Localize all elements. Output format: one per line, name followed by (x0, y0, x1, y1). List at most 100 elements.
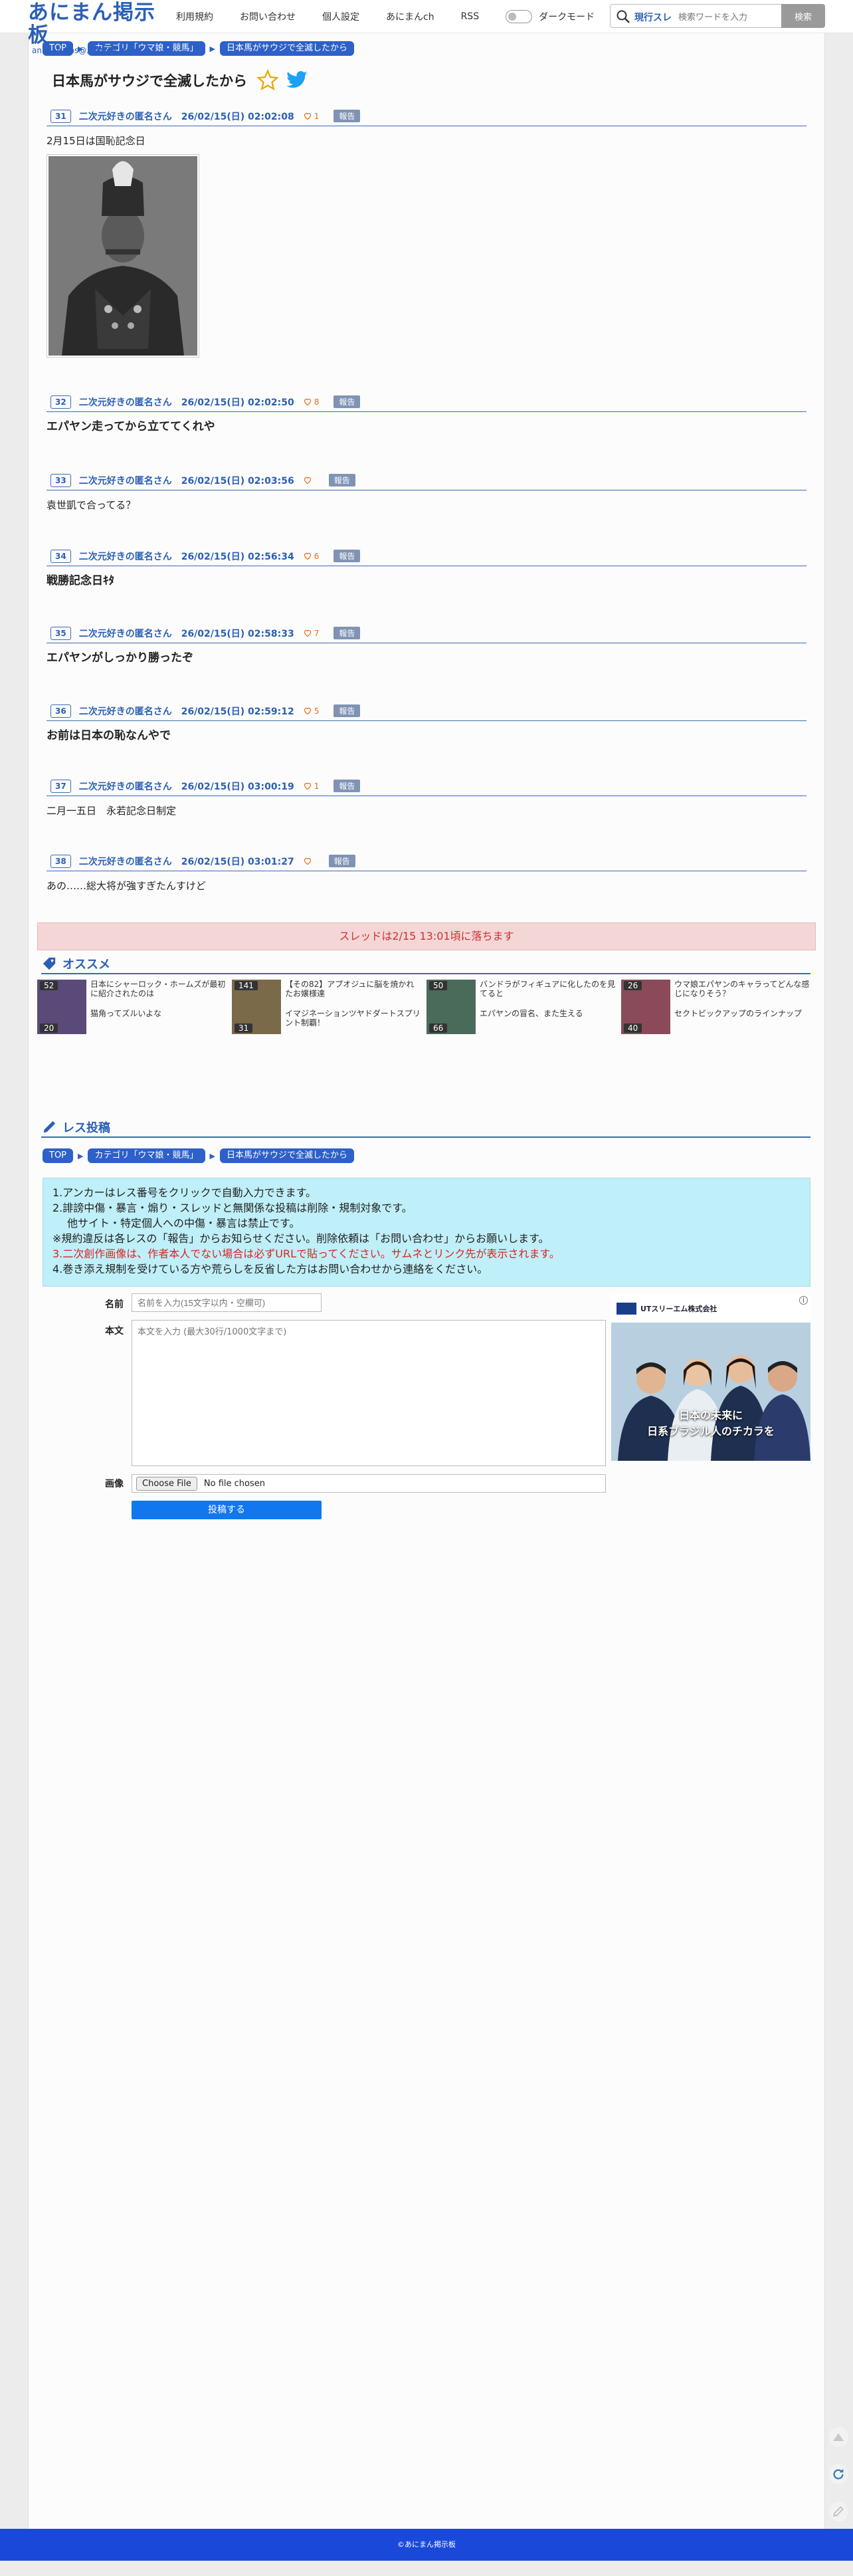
post-number[interactable]: 31 (50, 109, 71, 123)
choose-file-button[interactable]: Choose File (136, 1476, 197, 1491)
like-button[interactable] (304, 477, 314, 484)
post-number[interactable]: 37 (50, 779, 71, 793)
breadcrumb-bottom: TOP ▶ カテゴリ「ウマ娘・競馬」 ▶ 日本馬がサウジで全滅したから (43, 1148, 354, 1163)
name-label: 名前 (105, 1299, 124, 1310)
dark-mode-toggle[interactable]: ダークモード (506, 10, 595, 23)
ad-company: UTスリーエム株式会社 (640, 1305, 717, 1313)
search-mode-select[interactable]: 現行スレ (634, 11, 672, 24)
like-button[interactable]: 6 (304, 551, 320, 561)
scroll-top-button[interactable] (828, 2427, 848, 2447)
post-number[interactable]: 38 (50, 854, 71, 868)
crumb-top[interactable]: TOP (43, 1148, 74, 1163)
heart-icon (304, 782, 311, 790)
chevron-right-icon: ▶ (209, 1151, 215, 1160)
like-button[interactable]: 8 (304, 397, 319, 407)
recommend-title[interactable]: 【その82】アプオジュに脳を焼かれたお嬢様達 (285, 980, 421, 1006)
post-date: 26/02/15(日) 02:58:33 (181, 628, 294, 639)
like-button[interactable]: 7 (304, 628, 320, 638)
recommend-text: 日本にシャーロック・ホームズが最初に紹介されたのは 猫角ってズルいよな (90, 980, 227, 1036)
rule-line: 他サイト・特定個人への中傷・暴言は禁止です。 (67, 1217, 300, 1230)
refresh-icon (833, 2468, 844, 2480)
post-header: 36 二次元好きの匿名さん 26/02/15(日) 02:59:12 5 報告 (47, 701, 806, 721)
crumb-thread[interactable]: 日本馬がサウジで全滅したから (219, 1148, 354, 1163)
twitter-share-icon[interactable] (286, 70, 308, 90)
report-button[interactable]: 報告 (333, 550, 361, 562)
advertisement[interactable]: UTスリーエム株式会社 i 日本の未来に 日系ブラジル人のチカラを (611, 1295, 810, 1461)
post-31: 31 二次元好きの匿名さん 26/02/15(日) 02:02:08 1 報告 … (47, 106, 806, 358)
recommend-thumbnail[interactable]: 141 31 (232, 980, 281, 1034)
like-count: 6 (314, 551, 320, 561)
crumb-thread[interactable]: 日本馬がサウジで全滅したから (219, 41, 354, 56)
reload-button[interactable] (828, 2464, 848, 2484)
recommend-thumbnail[interactable]: 26 40 (621, 980, 670, 1034)
recommend-subtitle[interactable]: 猫角ってズルいよな (90, 1009, 227, 1018)
comment-count-badge: 20 (40, 1023, 58, 1033)
nav-contact[interactable]: お問い合わせ (240, 10, 296, 23)
report-button[interactable]: 報告 (333, 704, 361, 717)
post-body: 二月一五日 永若記念日制定 (47, 805, 177, 817)
post-body: 袁世凱で合ってる？ (47, 499, 136, 511)
recommend-item[interactable]: 141 31 【その82】アプオジュに脳を焼かれたお嬢様達 イマジネーションツヤ… (232, 980, 427, 1036)
recommend-title[interactable]: ウマ娘エパヤンのキャラってどんな感じになりそう？ (674, 980, 810, 1006)
like-button[interactable]: 5 (304, 706, 319, 716)
post-number[interactable]: 33 (50, 473, 71, 487)
recommend-item[interactable]: 52 20 日本にシャーロック・ホームズが最初に紹介されたのは 猫角ってズルいよ… (37, 980, 232, 1036)
submit-button[interactable]: 投稿する (132, 1501, 322, 1519)
name-field[interactable] (132, 1293, 322, 1312)
recommend-subtitle[interactable]: イマジネーションツヤドダートスプリント制覇！ (285, 1009, 421, 1027)
recommend-title[interactable]: 日本にシャーロック・ホームズが最初に紹介されたのは (90, 980, 227, 1006)
post-author: 二次元好きの匿名さん (78, 856, 172, 867)
recommend-item[interactable]: 50 66 バンドラがフィギュアに化したのを見てると エパヤンの冒名、また生える (427, 980, 621, 1036)
body-textarea[interactable] (132, 1320, 606, 1466)
ad-info-icon[interactable]: i (799, 1296, 808, 1305)
comment-count-badge: 40 (624, 1023, 642, 1033)
recommend-subtitle[interactable]: セクトビックアップのラインナップ (674, 1009, 810, 1018)
image-file-input[interactable]: Choose File No file chosen (132, 1474, 606, 1493)
post-image-thumbnail[interactable] (47, 154, 199, 358)
recommend-item[interactable]: 26 40 ウマ娘エパヤンのキャラってどんな感じになりそう？ セクトビックアップ… (621, 980, 816, 1036)
heart-icon (304, 707, 311, 714)
like-button[interactable] (304, 857, 314, 865)
chevron-right-icon: ▶ (209, 44, 215, 53)
post-number[interactable]: 36 (50, 704, 71, 718)
rule-line-warning: 3.二次創作画像は、作者本人でない場合は必ずURLで貼ってください。サムネとリン… (52, 1247, 560, 1260)
report-button[interactable]: 報告 (333, 395, 361, 408)
recommend-thumbnail[interactable]: 52 20 (37, 980, 86, 1034)
post-number[interactable]: 35 (50, 626, 71, 640)
nav-animanch[interactable]: あにまんch (386, 10, 434, 23)
heart-icon (304, 552, 311, 560)
post-number[interactable]: 34 (50, 549, 71, 563)
nav-rss[interactable]: RSS (461, 11, 480, 22)
ad-headline-2: 日系ブラジル人のチカラを (647, 1425, 775, 1438)
crumb-category[interactable]: カテゴリ「ウマ娘・競馬」 (88, 1148, 205, 1163)
recommend-title[interactable]: バンドラがフィギュアに化したのを見てると (480, 980, 616, 1006)
ad-headline: 日本の未来に 日系ブラジル人のチカラを (611, 1406, 810, 1438)
post-36: 36 二次元好きの匿名さん 26/02/15(日) 02:59:12 5 報告 … (47, 701, 806, 744)
report-button[interactable]: 報告 (328, 474, 355, 486)
site-logo[interactable]: あにまん掲示板 animan bbs@二次元オンリー (28, 1, 167, 54)
report-button[interactable]: 報告 (333, 110, 361, 122)
recommend-heading: オススメ (41, 954, 810, 974)
compose-button[interactable] (828, 2502, 848, 2522)
post-header: 37 二次元好きの匿名さん 26/02/15(日) 03:00:19 1 報告 (47, 776, 806, 796)
like-button[interactable]: 1 (304, 112, 319, 121)
report-button[interactable]: 報告 (333, 780, 361, 792)
post-author: 二次元好きの匿名さん (78, 475, 172, 486)
post-author: 二次元好きの匿名さん (78, 628, 172, 639)
recommend-thumbnail[interactable]: 50 66 (427, 980, 476, 1034)
toggle-track[interactable] (506, 10, 533, 23)
star-favorite-icon[interactable] (256, 69, 279, 92)
search-icon (616, 10, 630, 23)
report-button[interactable]: 報告 (333, 627, 361, 639)
like-count: 7 (314, 628, 320, 638)
report-button[interactable]: 報告 (328, 855, 355, 867)
post-34: 34 二次元好きの匿名さん 26/02/15(日) 02:56:34 6 報告 … (47, 546, 806, 589)
nav-terms[interactable]: 利用規約 (176, 10, 213, 23)
recommend-subtitle[interactable]: エパヤンの冒名、また生える (480, 1009, 616, 1018)
search-button[interactable]: 検索 (781, 4, 825, 28)
like-button[interactable]: 1 (304, 782, 319, 791)
nav-settings[interactable]: 個人設定 (322, 10, 359, 23)
search-input[interactable] (677, 7, 777, 26)
thumb-count-badge: 141 (235, 981, 258, 990)
post-number[interactable]: 32 (50, 395, 71, 409)
